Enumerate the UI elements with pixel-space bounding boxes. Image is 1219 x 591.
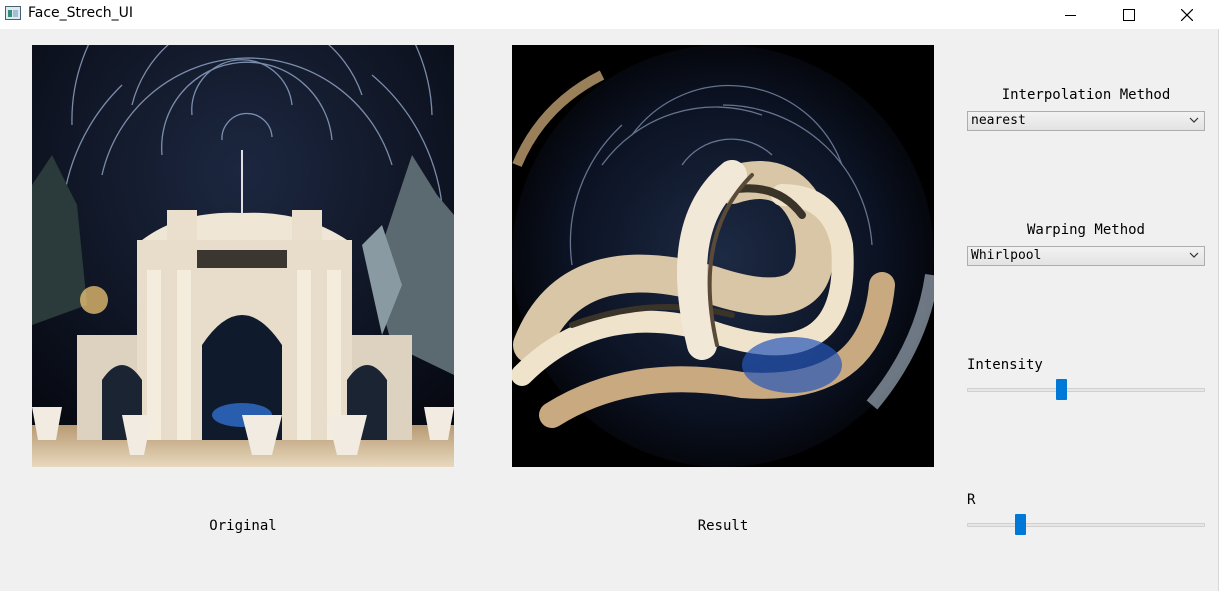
close-icon [1181,8,1193,21]
original-image [32,45,454,467]
chevron-down-icon [1189,252,1199,258]
app-window: Face_Strech_UI Original Result Interpola… [0,0,1219,591]
intensity-slider-track[interactable] [967,388,1205,392]
intensity-label: Intensity [967,357,1043,373]
intensity-slider-handle[interactable] [1056,379,1067,400]
warping-method-select[interactable]: Whirlpool [967,246,1205,266]
app-window-icon [5,6,21,20]
result-image [512,45,934,467]
maximize-button[interactable] [1100,0,1158,29]
maximize-icon [1123,8,1135,21]
close-button[interactable] [1158,0,1216,29]
r-label: R [967,492,976,508]
chevron-down-icon [1189,117,1199,123]
interpolation-method-select[interactable]: nearest [967,111,1205,131]
interpolation-method-value: nearest [971,113,1026,128]
warping-method-value: Whirlpool [971,248,1042,263]
r-slider-track[interactable] [967,523,1205,527]
result-caption: Result [697,518,749,534]
interpolation-method-label: Interpolation Method [1001,87,1171,103]
intensity-slider[interactable] [967,379,1205,401]
title-bar[interactable]: Face_Strech_UI [0,0,1219,29]
r-slider-handle[interactable] [1015,514,1026,535]
minimize-button[interactable] [1042,0,1100,29]
warping-method-label: Warping Method [1026,222,1145,238]
original-caption: Original [209,518,277,534]
minimize-icon [1065,14,1076,16]
r-slider[interactable] [967,514,1205,536]
window-title: Face_Strech_UI [28,5,134,21]
